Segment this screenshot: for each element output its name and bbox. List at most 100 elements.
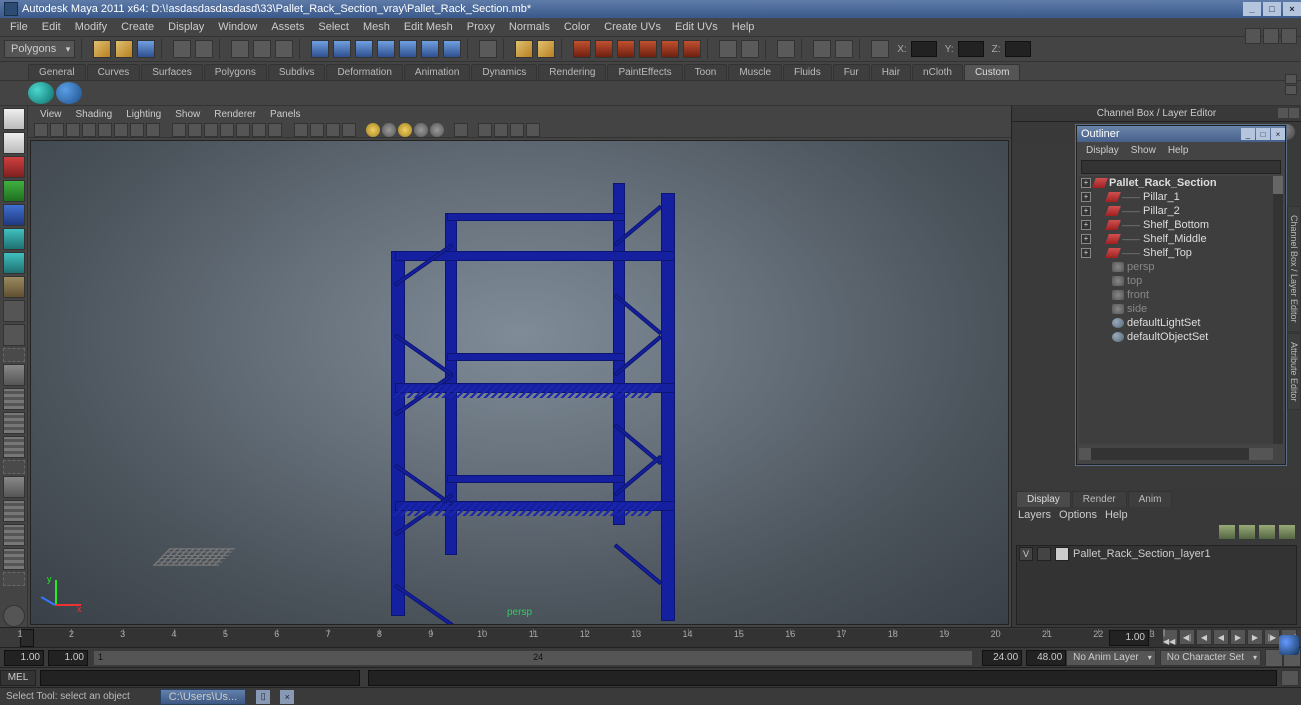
layout-preset-b[interactable] [3,500,25,522]
layer-new-empty-icon[interactable] [1239,525,1255,539]
layout-twostack-button[interactable] [3,412,25,434]
expand-icon[interactable]: + [1081,178,1091,188]
scroll-left-arrow[interactable] [1079,448,1091,460]
coord-z-field[interactable] [1005,41,1031,57]
select-by-object-button[interactable] [253,40,271,58]
layer-visibility-toggle[interactable]: V [1019,547,1033,561]
side-tab-channelbox[interactable]: Channel Box / Layer Editor [1287,206,1301,332]
panel-icon[interactable] [66,123,80,137]
window-maximize-button[interactable]: □ [1263,2,1281,16]
shelf-tab-curves[interactable]: Curves [87,64,141,80]
outliner-item-pillar-1[interactable]: + —— Pillar_1 [1079,190,1273,204]
expand-icon[interactable]: + [1081,234,1091,244]
character-set-dropdown[interactable]: No Character Set [1160,650,1261,666]
panel-menu-show[interactable]: Show [169,109,206,120]
panel-icon[interactable] [526,123,540,137]
select-by-hierarchy-button[interactable] [231,40,249,58]
play-back-button[interactable]: ◀ [1213,629,1229,645]
channel-box-close-button[interactable] [1289,108,1299,118]
outliner-item-pillar-2[interactable]: + —— Pillar_2 [1079,204,1273,218]
layer-menu-help[interactable]: Help [1105,509,1128,521]
light-flat-icon[interactable] [414,123,428,137]
current-time-field[interactable]: 1.00 [1109,630,1149,646]
move-tool[interactable] [3,180,25,202]
anim-layer-dropdown[interactable]: No Anim Layer [1066,650,1156,666]
outliner-close-button[interactable]: × [1271,128,1285,140]
teamviewer-quickconnect-icon[interactable] [1279,635,1299,655]
outliner-item-persp[interactable]: persp [1079,260,1273,274]
snap-plane-button[interactable] [377,40,395,58]
outliner-item-shelf-bottom[interactable]: + —— Shelf_Bottom [1079,218,1273,232]
layer-display-type-toggle[interactable] [1037,547,1051,561]
outliner-titlebar[interactable]: Outliner _ □ × [1077,126,1285,142]
shelf-tab-deformation[interactable]: Deformation [326,64,402,80]
layout-single-button[interactable] [3,364,25,386]
time-track[interactable]: 123456789101112131415161718192021222324 [20,629,1201,647]
panel-icon[interactable] [494,123,508,137]
expand-icon[interactable]: + [1081,206,1091,216]
redo-button[interactable] [195,40,213,58]
panel-icon[interactable] [294,123,308,137]
paint-select-tool[interactable] [3,156,25,178]
hypershade-button[interactable] [617,40,635,58]
menu-help[interactable]: Help [726,20,761,34]
scroll-right-arrow[interactable] [1249,448,1261,460]
step-back-button[interactable]: ◀ [1196,629,1212,645]
panel-icon[interactable] [172,123,186,137]
panel-icon[interactable] [98,123,112,137]
panel-icon[interactable] [342,123,356,137]
shelf-menu-button[interactable] [1285,74,1297,84]
light-all-icon[interactable] [366,123,380,137]
open-scene-button[interactable] [115,40,133,58]
lasso-tool[interactable] [3,132,25,154]
outliner-item-side[interactable]: side [1079,302,1273,316]
outliner-window[interactable]: Outliner _ □ × Display Show Help + Palle… [1076,125,1286,465]
outliner-vertical-scrollbar[interactable] [1273,176,1283,444]
shelf-tab-animation[interactable]: Animation [404,64,470,80]
panel-icon[interactable] [188,123,202,137]
expand-icon[interactable]: + [1081,192,1091,202]
universal-tool[interactable] [3,252,25,274]
step-back-key-button[interactable]: ◀| [1179,629,1195,645]
menu-modify[interactable]: Modify [69,20,113,34]
range-end-inner-field[interactable]: 24.00 [982,650,1022,666]
shelf-custom-button-2[interactable] [56,82,82,104]
panel-icon[interactable] [204,123,218,137]
outliner-item-front[interactable]: front [1079,288,1273,302]
layer-color-swatch[interactable] [1055,547,1069,561]
range-end-outer-field[interactable]: 48.00 [1026,650,1066,666]
viewport-3d[interactable]: y x persp [30,140,1009,625]
script-editor-button[interactable] [1281,670,1299,686]
panel-menu-shading[interactable]: Shading [70,109,119,120]
menu-select[interactable]: Select [312,20,355,34]
command-input[interactable] [40,670,360,686]
taskbar-item[interactable]: C:\Users\Us... [160,689,246,705]
expand-icon[interactable]: + [1081,220,1091,230]
scale-tool[interactable] [3,228,25,250]
scroll-right-arrow-2[interactable] [1261,448,1273,460]
window-close-button[interactable]: × [1283,2,1301,16]
shelf-tab-polygons[interactable]: Polygons [204,64,267,80]
panel-menu-renderer[interactable]: Renderer [208,109,262,120]
panel-icon[interactable] [82,123,96,137]
shelf-tab-custom[interactable]: Custom [964,64,1020,80]
ipr-render-button[interactable] [537,40,555,58]
menu-create-uvs[interactable]: Create UVs [598,20,667,34]
last-tool[interactable] [3,324,25,346]
layer-tab-display[interactable]: Display [1016,491,1071,507]
snap-curve-button[interactable] [333,40,351,58]
make-live-button[interactable] [443,40,461,58]
taskbar-close-2[interactable]: × [280,690,294,704]
outliner-item-shelf-middle[interactable]: + —— Shelf_Middle [1079,232,1273,246]
snap-grid-button[interactable] [311,40,329,58]
taskbar-close-1[interactable]: ▯ [256,690,270,704]
shelf-tab-fluids[interactable]: Fluids [783,64,832,80]
show-channelbox-button[interactable] [1245,28,1261,44]
shelf-tab-painteffects[interactable]: PaintEffects [607,64,682,80]
panel-icon[interactable] [510,123,524,137]
menu-proxy[interactable]: Proxy [461,20,501,34]
layer-move-down-icon[interactable] [1279,525,1295,539]
layout-preset-c[interactable] [3,524,25,546]
snap-view-button[interactable] [421,40,439,58]
shelf-tab-general[interactable]: General [28,64,86,80]
